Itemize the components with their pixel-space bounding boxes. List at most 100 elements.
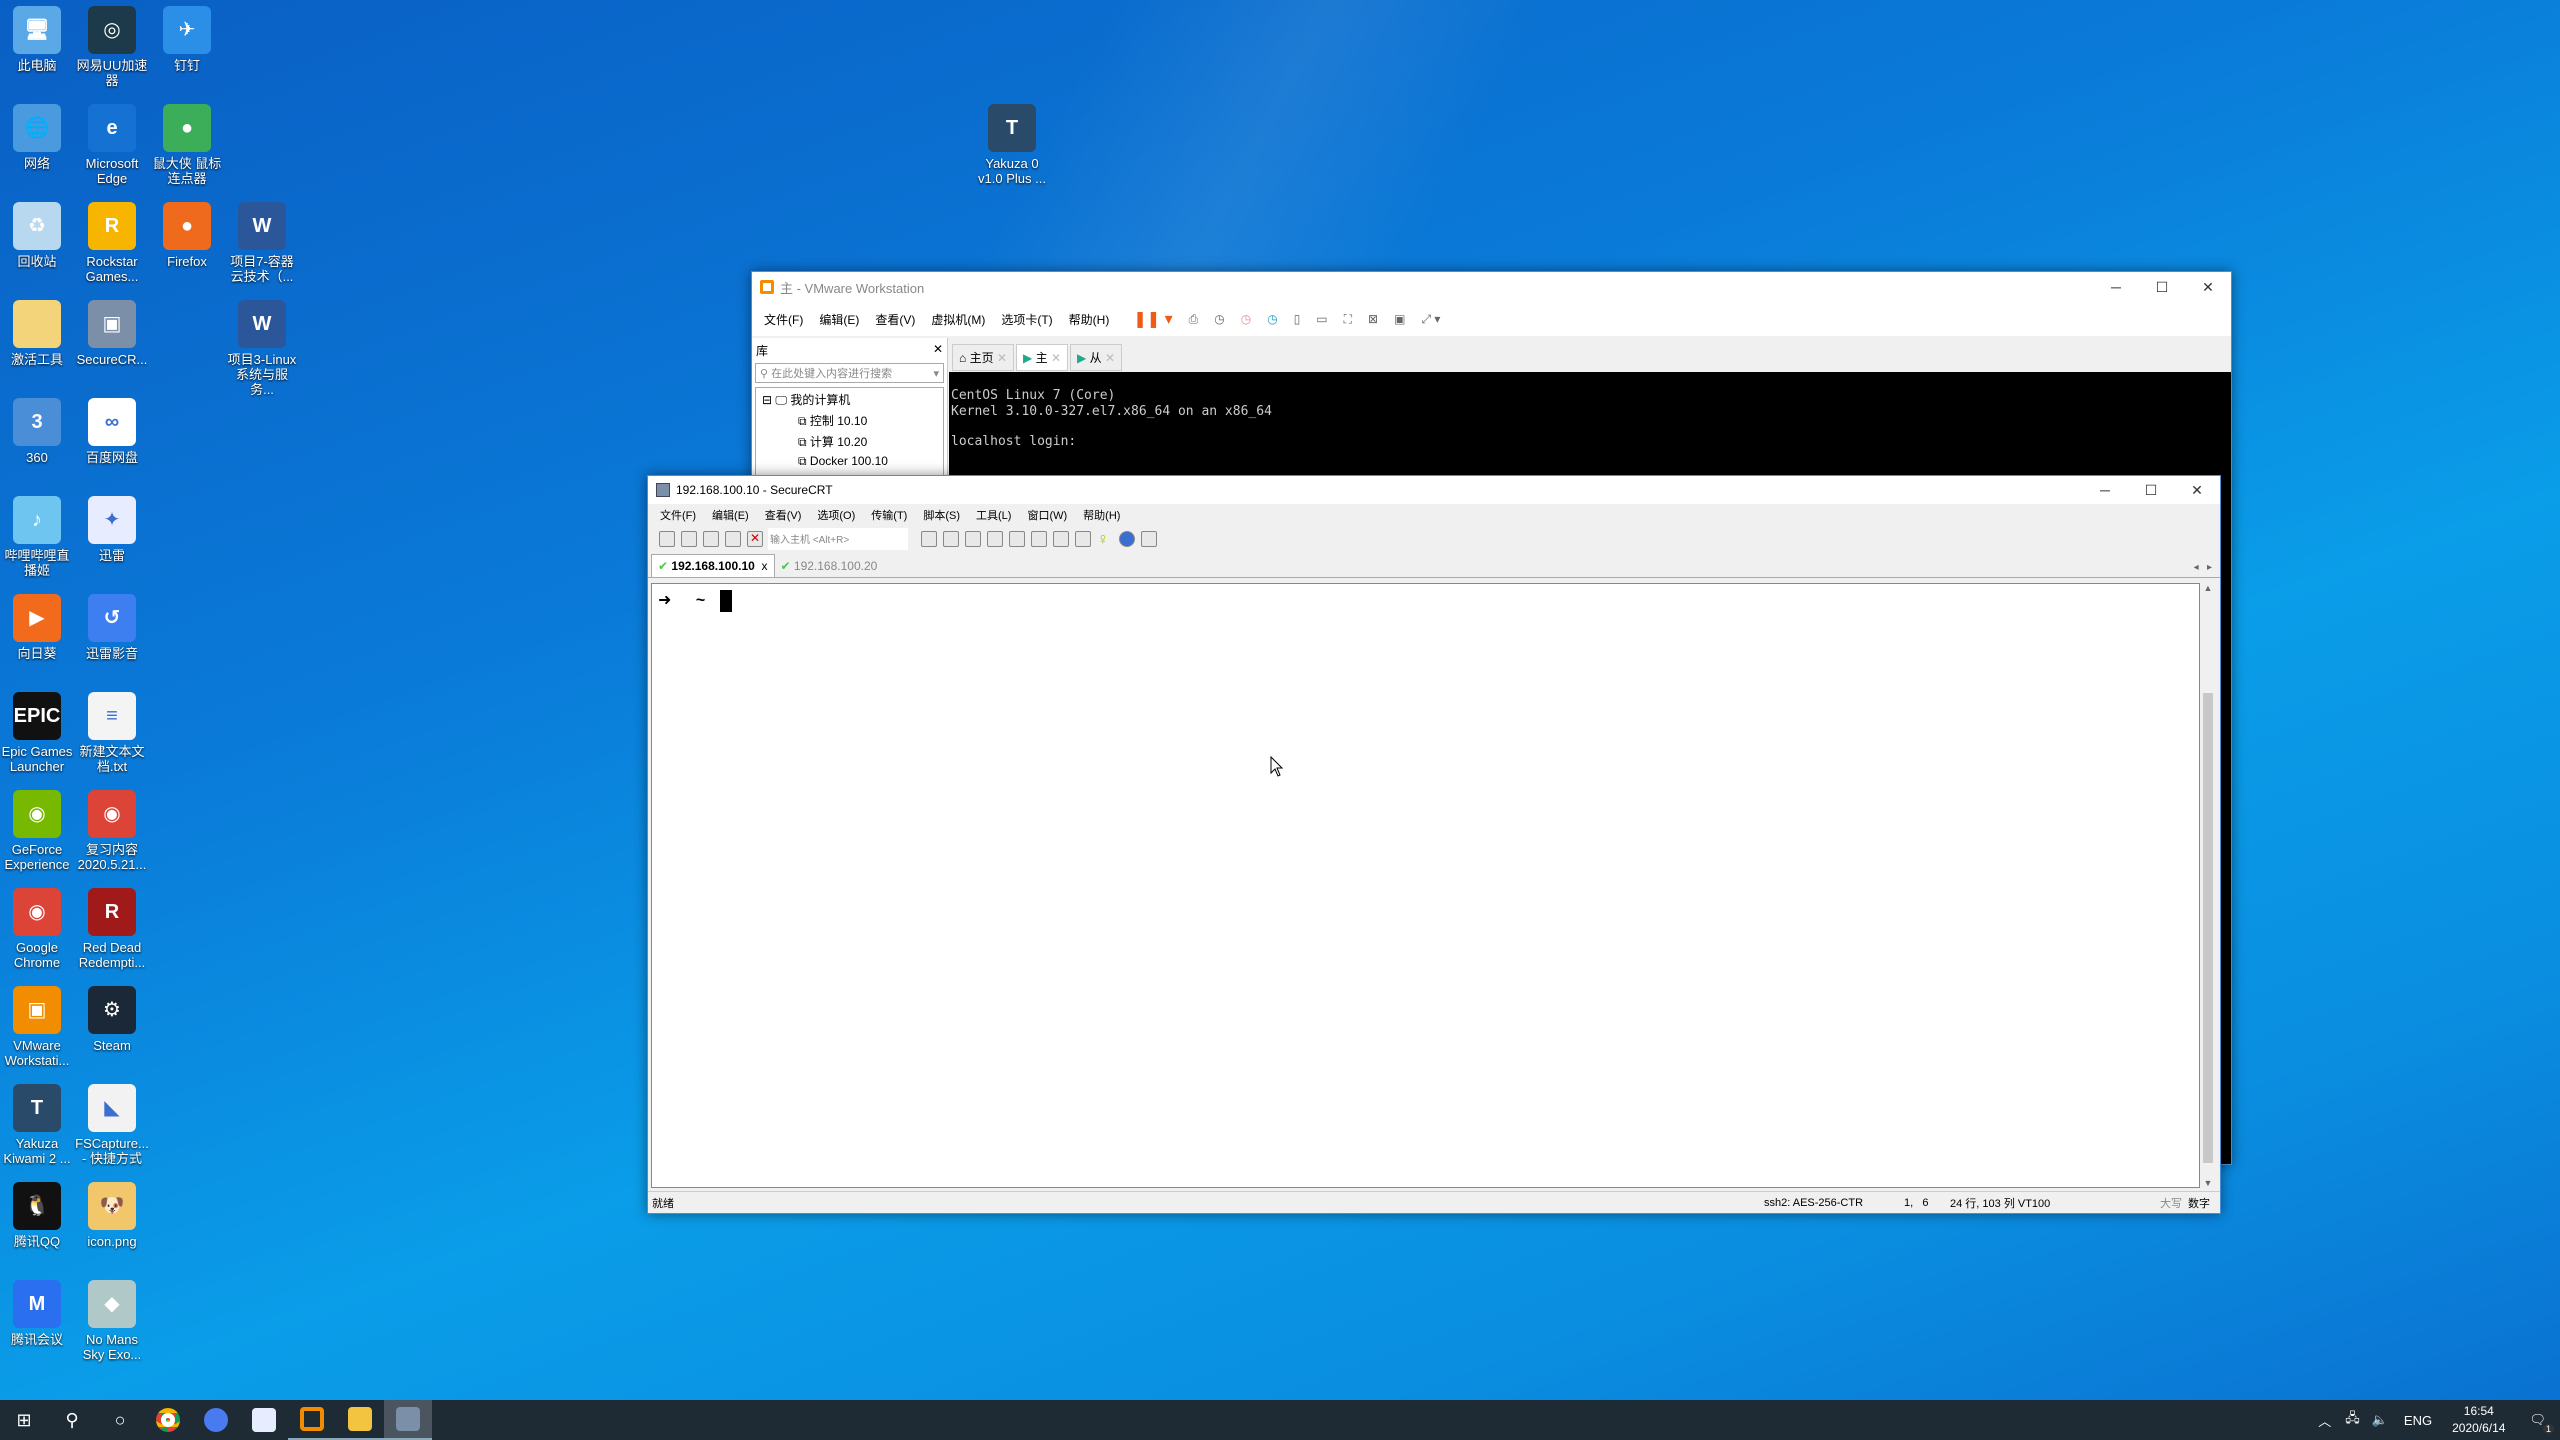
desktop-icon[interactable]: ◆ No Mans Sky Exo...	[75, 1274, 149, 1362]
maximize-button[interactable]: ☐	[2128, 482, 2174, 499]
key-icon[interactable]: ♀	[1097, 531, 1113, 548]
desktop-icon[interactable]: W 项目7-容器云技术（...	[225, 196, 299, 284]
minimize-button[interactable]: ─	[2093, 279, 2139, 296]
desktop-icon[interactable]: ▣ VMware Workstati...	[0, 980, 74, 1068]
desktop-icon[interactable]: ≡ 新建文本文档.txt	[75, 686, 149, 774]
desktop-icon[interactable]: ◎ 网易UU加速器	[75, 0, 149, 88]
tab-home[interactable]: ⌂ 主页 ✕	[952, 344, 1015, 371]
host-input[interactable]: 输入主机 <Alt+R>	[768, 528, 908, 550]
pause-icon[interactable]: ❚❚ ▾	[1125, 309, 1180, 329]
revert-snapshot-icon[interactable]: ◷	[1233, 312, 1259, 326]
tree-item[interactable]: ⧉ Docker 100.10	[762, 454, 937, 469]
desktop-icon[interactable]: ⚙ Steam	[75, 980, 149, 1053]
tab-slave[interactable]: ▶ 从 ✕	[1070, 344, 1123, 371]
connect-icon[interactable]	[659, 531, 675, 547]
taskbar-securecrt[interactable]	[384, 1400, 432, 1440]
desktop-icon[interactable]: ▣ SecureCR...	[75, 294, 149, 367]
copy-icon[interactable]	[921, 531, 937, 547]
desktop-icon[interactable]: ∞ 百度网盘	[75, 392, 149, 465]
terminal[interactable]: ➜ ~	[651, 583, 2200, 1188]
taskbar-xunlei-player[interactable]	[192, 1400, 240, 1440]
library-search-input[interactable]: ⚲ 在此处键入内容进行搜索 ▾	[755, 363, 944, 383]
volume-icon[interactable]: 🔈	[2366, 1412, 2394, 1428]
action-center-button[interactable]: 🗨 1	[2515, 1412, 2560, 1434]
desktop-icon[interactable]: ✦ 迅雷	[75, 490, 149, 563]
clock[interactable]: 16:54 2020/6/14	[2442, 1403, 2515, 1437]
desktop-icon[interactable]: 3 360	[0, 392, 74, 465]
menu-item[interactable]: 文件(F)	[756, 311, 811, 328]
menu-item[interactable]: 传输(T)	[863, 507, 915, 523]
taskbar-chrome[interactable]	[144, 1400, 192, 1440]
desktop-icon[interactable]: W 项目3-Linux系统与服务...	[225, 294, 299, 397]
dropdown-icon[interactable]: ▾	[933, 367, 939, 380]
desktop-icon[interactable]: e Microsoft Edge	[75, 98, 149, 186]
desktop-icon[interactable]: T Yakuza 0 v1.0 Plus ...	[975, 98, 1049, 186]
menu-item[interactable]: 工具(L)	[968, 507, 1019, 523]
securecrt-titlebar[interactable]: 192.168.100.10 - SecureCRT ─ ☐ ✕	[648, 476, 2220, 504]
sftp-icon[interactable]	[1141, 531, 1157, 547]
paste-icon[interactable]	[943, 531, 959, 547]
show-hidden-icons[interactable]: ︿	[2310, 1411, 2339, 1430]
desktop-icon[interactable]: T Yakuza Kiwami 2 ...	[0, 1078, 74, 1166]
menu-item[interactable]: 查看(V)	[757, 507, 810, 523]
close-button[interactable]: ✕	[2185, 279, 2231, 296]
menu-item[interactable]: 编辑(E)	[704, 507, 757, 523]
menu-item[interactable]: 编辑(E)	[811, 311, 867, 328]
desktop-icon[interactable]: ◉ Google Chrome	[0, 882, 74, 970]
desktop-icon[interactable]: ◉ 复习内容2020.5.21...	[75, 784, 149, 872]
find-icon[interactable]	[965, 531, 981, 547]
desktop-icon[interactable]: 🖥 此电脑	[0, 0, 74, 73]
menu-item[interactable]: 窗口(W)	[1019, 507, 1075, 523]
send-ctrl-alt-del-icon[interactable]: ⎙	[1181, 312, 1207, 327]
menu-item[interactable]: 虚拟机(M)	[923, 311, 993, 328]
scrollbar-thumb[interactable]	[2203, 693, 2213, 1163]
snapshot-icon[interactable]: ◷	[1206, 312, 1232, 326]
connect-in-tab-icon[interactable]	[703, 531, 719, 547]
menu-item[interactable]: 选项(O)	[809, 507, 863, 523]
maximize-button[interactable]: ☐	[2139, 279, 2185, 296]
printer-icon[interactable]	[1031, 531, 1047, 547]
desktop-icon[interactable]: ● 鼠大侠 鼠标连点器	[150, 98, 224, 186]
input-language[interactable]: ENG	[2394, 1413, 2442, 1428]
stretch-icon[interactable]: ⤢ ▾	[1413, 312, 1448, 327]
show-library-icon[interactable]: ▯	[1286, 312, 1309, 326]
tab-close-icon[interactable]: x	[762, 559, 768, 573]
print-icon[interactable]	[1009, 531, 1025, 547]
desktop-icon[interactable]: ♪ 哔哩哔哩直播姬	[0, 490, 74, 578]
library-close-icon[interactable]: ✕	[933, 342, 943, 359]
tab-scroll-right-icon[interactable]: ▸	[2207, 562, 2212, 573]
tree-item[interactable]: ⧉ 控制 10.10	[762, 412, 937, 429]
desktop-icon[interactable]: R Rockstar Games...	[75, 196, 149, 284]
minimize-button[interactable]: ─	[2082, 482, 2128, 499]
desktop-icon[interactable]: EPIC Epic Games Launcher	[0, 686, 74, 774]
vmware-titlebar[interactable]: 主 - VMware Workstation ─ ☐ ✕	[752, 272, 2231, 302]
session-options-icon[interactable]	[1053, 531, 1069, 547]
desktop-icon[interactable]: M 腾讯会议	[0, 1274, 74, 1347]
desktop-icon[interactable]: 🐧 腾讯QQ	[0, 1176, 74, 1249]
terminal-scrollbar[interactable]: ▲ ▼	[2200, 583, 2216, 1188]
unity-icon[interactable]: ⊠	[1360, 312, 1386, 326]
desktop-icon[interactable]: 🐶 icon.png	[75, 1176, 149, 1249]
close-button[interactable]: ✕	[2174, 482, 2220, 499]
menu-item[interactable]: 帮助(H)	[1075, 507, 1128, 523]
scroll-down-icon[interactable]: ▼	[2200, 1178, 2216, 1188]
search-button[interactable]: ⚲	[48, 1400, 96, 1440]
start-button[interactable]: ⊞	[0, 1400, 48, 1440]
menu-item[interactable]: 查看(V)	[867, 311, 923, 328]
reconnect-icon[interactable]	[725, 531, 741, 547]
desktop-icon[interactable]: ◉ GeForce Experience	[0, 784, 74, 872]
menu-item[interactable]: 选项卡(T)	[993, 311, 1060, 328]
taskbar-xunlei[interactable]	[240, 1400, 288, 1440]
desktop-icon[interactable]: ✈ 钉钉	[150, 0, 224, 73]
print-setup-icon[interactable]	[987, 531, 1003, 547]
desktop-icon[interactable]: ● Firefox	[150, 196, 224, 269]
taskbar-vmware[interactable]	[288, 1400, 336, 1440]
network-icon[interactable]: 🖧	[2339, 1409, 2366, 1431]
task-view-button[interactable]: ○	[96, 1400, 144, 1440]
tree-item[interactable]: ⧉ 计算 10.20	[762, 433, 937, 450]
tab-master[interactable]: ▶ 主 ✕	[1016, 344, 1069, 371]
help-icon[interactable]	[1119, 531, 1135, 547]
desktop-icon[interactable]: 🌐 网络	[0, 98, 74, 171]
thumbnail-bar-icon[interactable]: ▭	[1308, 312, 1335, 326]
fullscreen-icon[interactable]: ⛶	[1336, 312, 1360, 327]
